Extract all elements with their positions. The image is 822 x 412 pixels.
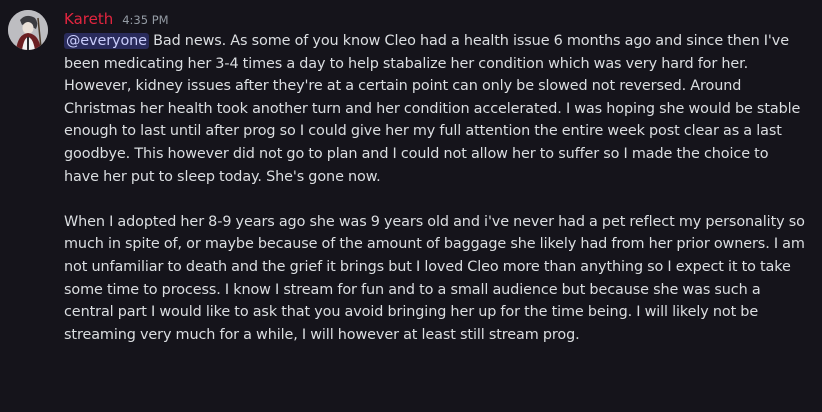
everyone-mention[interactable]: @everyone (64, 33, 149, 49)
user-avatar-icon[interactable] (8, 10, 48, 50)
paragraph-1-text: Bad news. As some of you know Cleo had a… (64, 33, 801, 185)
message-paragraph-2: When I adopted her 8-9 years ago she was… (64, 213, 805, 343)
username[interactable]: Kareth (64, 8, 113, 30)
message-content: @everyone Bad news. As some of you know … (64, 30, 806, 346)
message-paragraph-1: @everyone Bad news. As some of you know … (64, 30, 806, 188)
chat-message: Kareth 4:35 PM @everyone Bad news. As so… (0, 0, 822, 412)
message-header: Kareth 4:35 PM (64, 8, 806, 30)
timestamp: 4:35 PM (122, 13, 169, 27)
